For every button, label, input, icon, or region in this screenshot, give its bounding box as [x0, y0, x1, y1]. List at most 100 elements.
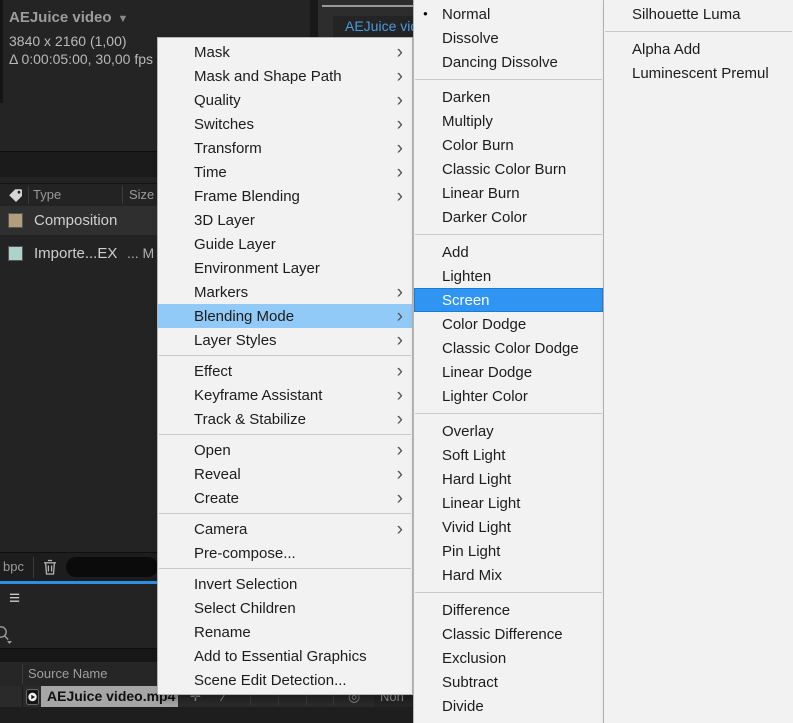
menu-item-label: Guide Layer	[194, 235, 276, 253]
column-divider[interactable]	[28, 186, 29, 204]
menu-item-switches[interactable]: Switches ›	[158, 112, 412, 136]
menu-item-label: Track & Stabilize	[194, 410, 306, 428]
menu-item-label: Time	[194, 163, 227, 181]
blend-item-screen[interactable]: Screen	[414, 288, 603, 312]
blend-item-silhouette-luma[interactable]: Silhouette Luma	[604, 2, 793, 26]
menu-item-add-to-essential-graphics[interactable]: Add to Essential Graphics	[158, 644, 412, 668]
menu-separator	[415, 413, 602, 414]
menu-item-label: Camera	[194, 520, 248, 538]
menu-item-label: Transform	[194, 139, 262, 157]
menu-item-label: Add to Essential Graphics	[194, 647, 367, 665]
video-file-icon	[25, 689, 39, 705]
menu-item-create[interactable]: Create ›	[158, 486, 412, 510]
menu-item-pre-compose[interactable]: Pre-compose...	[158, 541, 412, 565]
blend-item-linear-dodge[interactable]: Linear Dodge	[414, 360, 603, 384]
menu-item-label: Blending Mode	[194, 307, 295, 325]
menu-item-mask[interactable]: Mask ›	[158, 40, 412, 64]
blend-item-subtract[interactable]: Subtract	[414, 670, 603, 694]
blend-item-hard-light[interactable]: Hard Light	[414, 467, 603, 491]
menu-item-quality[interactable]: Quality ›	[158, 88, 412, 112]
blend-item-classic-difference[interactable]: Classic Difference	[414, 622, 603, 646]
submenu-arrow-icon: ›	[396, 439, 403, 461]
menu-item-layer-styles[interactable]: Layer Styles ›	[158, 328, 412, 352]
composition-title[interactable]: AEJuice video ▼	[9, 9, 128, 26]
menu-item-label: Add	[442, 243, 469, 261]
menu-item-track-stabilize[interactable]: Track & Stabilize ›	[158, 407, 412, 431]
menu-item-select-children[interactable]: Select Children	[158, 596, 412, 620]
menu-separator	[415, 234, 602, 235]
menu-item-label: Markers	[194, 283, 249, 301]
layer-index-cell	[0, 686, 23, 707]
blend-item-darker-color[interactable]: Darker Color	[414, 205, 603, 229]
menu-item-keyframe-assistant[interactable]: Keyframe Assistant ›	[158, 383, 412, 407]
label-color-swatch[interactable]	[8, 246, 23, 261]
menu-item-frame-blending[interactable]: Frame Blending ›	[158, 184, 412, 208]
blend-item-exclusion[interactable]: Exclusion	[414, 646, 603, 670]
blend-item-add[interactable]: Add	[414, 240, 603, 264]
radio-dot-icon: ●	[423, 9, 428, 18]
search-icon[interactable]	[0, 624, 14, 646]
blend-item-divide[interactable]: Divide	[414, 694, 603, 718]
blend-item-luminescent-premul[interactable]: Luminescent Premul	[604, 61, 793, 85]
blend-item-vivid-light[interactable]: Vivid Light	[414, 515, 603, 539]
blend-item-multiply[interactable]: Multiply	[414, 109, 603, 133]
viewer-tab[interactable]: AEJuice vid	[333, 16, 413, 37]
blend-item-lighter-color[interactable]: Lighter Color	[414, 384, 603, 408]
trash-icon[interactable]	[42, 558, 58, 576]
panel-drag-handle[interactable]	[322, 5, 413, 7]
menu-item-label: Lighter Color	[442, 387, 528, 405]
hamburger-menu-icon[interactable]: ≡	[9, 588, 20, 610]
blend-item-color-burn[interactable]: Color Burn	[414, 133, 603, 157]
blend-item-overlay[interactable]: Overlay	[414, 419, 603, 443]
menu-item-blending-mode[interactable]: Blending Mode ›	[158, 304, 412, 328]
blend-item-linear-burn[interactable]: Linear Burn	[414, 181, 603, 205]
column-header-type[interactable]: Type	[33, 184, 61, 206]
menu-item-label: Linear Dodge	[442, 363, 533, 381]
menu-item-markers[interactable]: Markers ›	[158, 280, 412, 304]
blend-item-soft-light[interactable]: Soft Light	[414, 443, 603, 467]
menu-item-invert-selection[interactable]: Invert Selection	[158, 572, 412, 596]
label-tag-icon[interactable]	[7, 187, 24, 204]
menu-item-camera[interactable]: Camera ›	[158, 517, 412, 541]
menu-item-label: Dissolve	[442, 29, 499, 47]
menu-item-3d-layer[interactable]: 3D Layer	[158, 208, 412, 232]
submenu-arrow-icon: ›	[396, 360, 403, 382]
menu-item-label: Screen	[442, 291, 490, 309]
menu-item-guide-layer[interactable]: Guide Layer	[158, 232, 412, 256]
bpc-label[interactable]: bpc	[3, 553, 24, 581]
blend-item-linear-light[interactable]: Linear Light	[414, 491, 603, 515]
menu-item-effect[interactable]: Effect ›	[158, 359, 412, 383]
blend-item-classic-color-dodge[interactable]: Classic Color Dodge	[414, 336, 603, 360]
layer-context-menu: Mask › Mask and Shape Path › Quality › Swit…	[157, 37, 413, 695]
blend-item-color-dodge[interactable]: Color Dodge	[414, 312, 603, 336]
blend-item-hard-mix[interactable]: Hard Mix	[414, 563, 603, 587]
blend-item-pin-light[interactable]: Pin Light	[414, 539, 603, 563]
menu-item-open[interactable]: Open ›	[158, 438, 412, 462]
blend-item-lighten[interactable]: Lighten	[414, 264, 603, 288]
blend-item-normal[interactable]: ● Normal	[414, 2, 603, 26]
menu-item-transform[interactable]: Transform ›	[158, 136, 412, 160]
menu-item-label: Classic Color Burn	[442, 160, 567, 178]
menu-item-time[interactable]: Time ›	[158, 160, 412, 184]
menu-item-reveal[interactable]: Reveal ›	[158, 462, 412, 486]
after-effects-screenshot: AEJuice video ▼ 3840 x 2160 (1,00) Δ 0:00…	[0, 0, 793, 723]
blend-item-darken[interactable]: Darken	[414, 85, 603, 109]
column-header-size[interactable]: Size	[129, 184, 154, 206]
menu-item-scene-edit-detection[interactable]: Scene Edit Detection...	[158, 668, 412, 692]
menu-item-environment-layer[interactable]: Environment Layer	[158, 256, 412, 280]
blend-item-classic-color-burn[interactable]: Classic Color Burn	[414, 157, 603, 181]
menu-item-label: Overlay	[442, 422, 494, 440]
blend-item-alpha-add[interactable]: Alpha Add	[604, 37, 793, 61]
menu-item-label: Silhouette Luma	[632, 5, 741, 23]
blend-item-dancing-dissolve[interactable]: Dancing Dissolve	[414, 50, 603, 74]
layer-icon-cell	[23, 686, 41, 707]
menu-item-mask-and-shape-path[interactable]: Mask and Shape Path ›	[158, 64, 412, 88]
blend-item-difference[interactable]: Difference	[414, 598, 603, 622]
blend-item-dissolve[interactable]: Dissolve	[414, 26, 603, 50]
menu-item-label: Color Burn	[442, 136, 514, 154]
menu-item-label: Classic Difference	[442, 625, 563, 643]
label-color-swatch[interactable]	[8, 213, 23, 228]
menu-item-rename[interactable]: Rename	[158, 620, 412, 644]
flowchart-pill-control[interactable]	[66, 557, 158, 577]
column-divider[interactable]	[122, 186, 123, 204]
